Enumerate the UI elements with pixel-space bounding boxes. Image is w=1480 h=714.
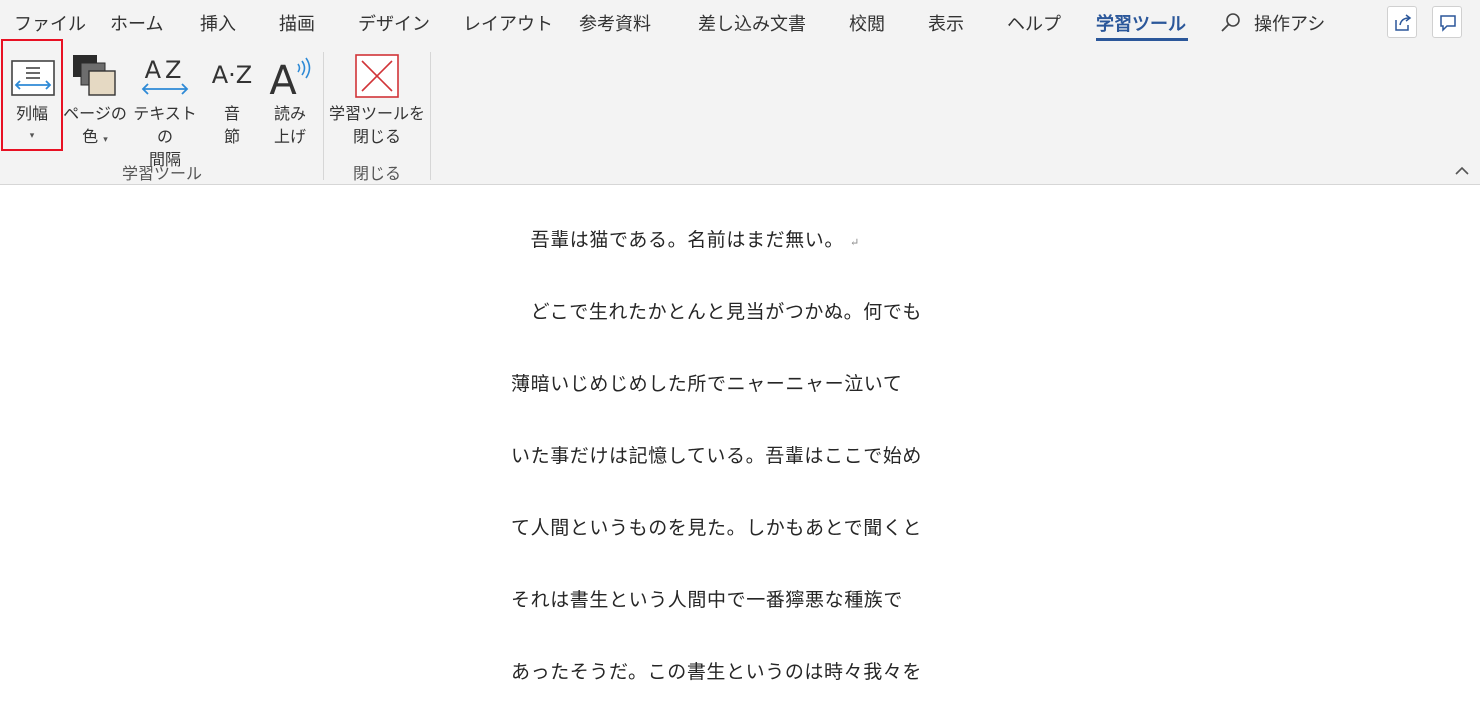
- syllables-icon-letters: A·Z: [212, 61, 253, 89]
- group-separator: [430, 52, 431, 180]
- syllables-label: 音: [223, 104, 240, 123]
- tab-file[interactable]: ファイル: [14, 10, 86, 36]
- paragraph: 薄暗いじめじめした所でニャーニャー泣いて: [511, 373, 903, 395]
- tab-draw[interactable]: 描画: [279, 10, 315, 36]
- tab-help[interactable]: ヘルプ: [1007, 10, 1061, 36]
- group-label-learning-tools: 学習ツール: [121, 164, 202, 183]
- tab-insert[interactable]: 挿入: [200, 10, 236, 36]
- share-button[interactable]: [1387, 6, 1417, 38]
- paragraph: それは書生という人間中で一番獰悪な種族で: [511, 589, 904, 611]
- close-learning-tools-label: 学習ツールを: [328, 104, 425, 123]
- page-color-button[interactable]: ページの 色 ▾: [62, 48, 128, 152]
- active-tab-indicator: [1096, 38, 1188, 41]
- read-aloud-label: 読み: [273, 104, 306, 123]
- read-aloud-button[interactable]: A 読み 上げ: [262, 48, 318, 152]
- syllables-button[interactable]: A·Z 音 節: [206, 48, 258, 152]
- tab-home[interactable]: ホーム: [110, 10, 163, 36]
- page-color-dropdown-arrow[interactable]: ▾: [103, 135, 108, 145]
- comments-button[interactable]: [1432, 6, 1462, 38]
- tab-view[interactable]: 表示: [928, 10, 964, 36]
- tab-design[interactable]: デザイン: [358, 10, 430, 36]
- page-color-icon: [73, 55, 116, 96]
- search-icon[interactable]: [1220, 12, 1242, 34]
- share-icon: [1395, 14, 1412, 31]
- tab-learning-tools[interactable]: 学習ツール: [1096, 10, 1186, 36]
- group-label-close: 閉じる: [352, 164, 401, 183]
- ribbon-tab-bar: ファイル ホーム 挿入 描画 デザイン レイアウト 参考資料 差し込み文書 校閲…: [0, 0, 1480, 46]
- tab-mailings[interactable]: 差し込み文書: [698, 10, 806, 36]
- page-color-label-2: 色 ▾: [82, 127, 108, 146]
- text-spacing-icon-letters: AZ: [145, 56, 186, 84]
- syllables-label-2: 節: [223, 127, 240, 146]
- paragraph: どこで生れたかとんと見当がつかぬ。何でも: [511, 301, 923, 323]
- syllables-icon: A·Z: [212, 61, 253, 89]
- close-icon: [355, 54, 399, 98]
- paragraph-mark: ↵: [850, 236, 860, 249]
- tab-references[interactable]: 参考資料: [579, 10, 651, 36]
- read-aloud-label-2: 上げ: [273, 127, 306, 146]
- ribbon-panel: 列幅 ▾ ページの 色 ▾ AZ テキストの 間隔 A·Z 音 節 A 読み 上…: [0, 39, 1480, 185]
- tell-me-search[interactable]: 操作アシ: [1254, 10, 1326, 36]
- group-separator: [323, 52, 324, 180]
- collapse-ribbon-icon[interactable]: [1454, 164, 1470, 178]
- comment-icon: [1440, 15, 1456, 32]
- close-learning-tools-label-2: 閉じる: [352, 127, 401, 146]
- read-aloud-icon: A: [269, 57, 311, 98]
- tab-layout[interactable]: レイアウト: [463, 10, 553, 36]
- text-spacing-button[interactable]: AZ テキストの 間隔: [126, 48, 204, 169]
- paragraph: あったそうだ。この書生というのは時々我々を: [511, 661, 923, 683]
- paragraph: て人間というものを見た。しかもあとで聞くと: [511, 517, 923, 539]
- page-color-label: ページの: [63, 104, 127, 123]
- tab-review[interactable]: 校閲: [849, 10, 885, 36]
- paragraph: 吾輩は猫である。名前はまだ無い。 ↵: [511, 229, 860, 251]
- paragraph: いた事だけは記憶している。吾輩はここで始め: [511, 445, 923, 467]
- text-spacing-icon: AZ: [141, 56, 189, 95]
- document-area[interactable]: 吾輩は猫である。名前はまだ無い。 ↵ どこで生れたかとんと見当がつかぬ。何でも 薄…: [0, 185, 1480, 714]
- read-aloud-icon-letter: A: [269, 58, 297, 98]
- highlight-box: [1, 39, 63, 151]
- close-learning-tools-button[interactable]: 学習ツールを 閉じる: [328, 48, 426, 152]
- text-spacing-label: テキストの: [133, 104, 197, 146]
